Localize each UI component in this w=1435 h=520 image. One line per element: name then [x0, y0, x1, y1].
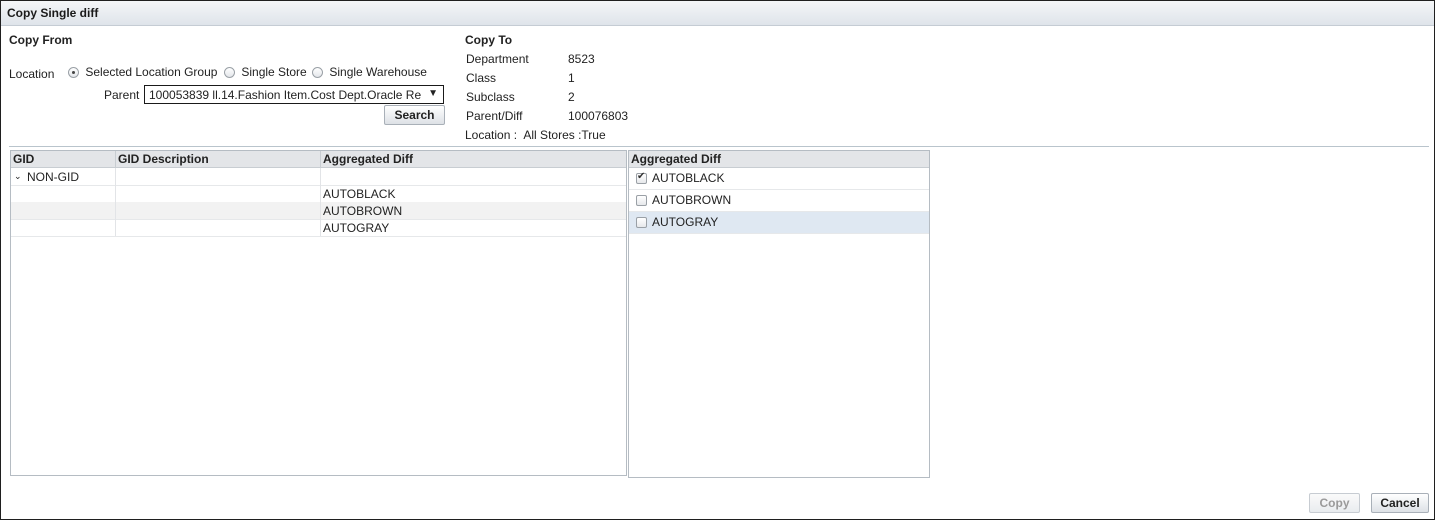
parent-diff-label: Parent/Diff	[466, 109, 523, 123]
list-item-label: AUTOBLACK	[652, 171, 725, 185]
gid-table: GID GID Description Aggregated Diff ⌄ NO…	[10, 150, 627, 476]
aggregated-diff-cell: AUTOBROWN	[323, 204, 403, 218]
list-item[interactable]: AUTOGRAY	[629, 212, 929, 234]
chevron-down-icon[interactable]: ⌄	[14, 171, 22, 182]
gid-cell: NON-GID	[27, 170, 79, 184]
radio-label: Single Store	[241, 65, 307, 79]
radio-label: Selected Location Group	[85, 65, 218, 79]
radio-button-icon[interactable]	[224, 67, 235, 79]
radio-button-icon[interactable]	[68, 67, 79, 79]
column-divider	[115, 151, 116, 167]
department-label: Department	[466, 52, 529, 66]
parent-diff-value: 100076803	[568, 109, 629, 123]
copy-button[interactable]: Copy	[1309, 493, 1360, 513]
column-header-gid-description[interactable]: GID Description	[118, 152, 209, 167]
checkbox-icon[interactable]	[636, 217, 647, 228]
location-label: Location	[9, 67, 55, 81]
cancel-button[interactable]: Cancel	[1371, 493, 1429, 513]
radio-button-icon[interactable]	[312, 67, 323, 79]
list-item-label: AUTOGRAY	[652, 215, 719, 229]
column-header-aggregated-diff[interactable]: Aggregated Diff	[323, 152, 413, 167]
class-value: 1	[568, 71, 575, 85]
subclass-value: 2	[568, 90, 575, 104]
location-info-label: Location :	[465, 128, 518, 142]
list-item[interactable]: AUTOBLACK	[629, 168, 929, 190]
table-row[interactable]: AUTOBLACK	[11, 185, 626, 203]
radio-selected-location-group[interactable]: Selected Location Group	[68, 65, 217, 79]
parent-label: Parent	[104, 88, 140, 102]
column-divider	[320, 151, 321, 167]
dialog-title: Copy Single diff	[7, 6, 99, 20]
table-row[interactable]: AUTOGRAY	[11, 219, 626, 237]
column-divider	[115, 168, 116, 236]
table-header-row: Aggregated Diff	[629, 151, 929, 168]
parent-select-value: 100053839 ll.14.Fashion Item.Cost Dept.O…	[149, 88, 421, 102]
aggregated-diff-selection-table: Aggregated Diff AUTOBLACK AUTOBROWN AUTO…	[628, 150, 930, 478]
search-button[interactable]: Search	[384, 105, 445, 125]
column-header-gid[interactable]: GID	[13, 152, 34, 167]
list-item[interactable]: AUTOBROWN	[629, 190, 929, 212]
radio-single-store[interactable]: Single Store	[224, 65, 307, 79]
radio-label: Single Warehouse	[329, 65, 427, 79]
dropdown-arrow-icon[interactable]: ▼	[428, 88, 438, 99]
table-row[interactable]: AUTOBROWN	[11, 202, 626, 220]
class-label: Class	[466, 71, 497, 85]
copy-single-diff-dialog: Copy Single diff Copy From Location Sele…	[0, 0, 1435, 520]
subclass-label: Subclass	[466, 90, 515, 104]
section-divider	[9, 146, 1429, 147]
list-item-label: AUTOBROWN	[652, 193, 732, 207]
parent-select[interactable]: 100053839 ll.14.Fashion Item.Cost Dept.O…	[144, 85, 444, 104]
table-header-row: GID GID Description Aggregated Diff	[11, 151, 626, 168]
radio-single-warehouse[interactable]: Single Warehouse	[312, 65, 427, 79]
column-divider	[320, 168, 321, 236]
dialog-title-bar[interactable]: Copy Single diff	[1, 1, 1434, 26]
column-header-aggregated-diff[interactable]: Aggregated Diff	[631, 152, 721, 167]
department-value: 8523	[568, 52, 595, 66]
copy-to-title: Copy To	[465, 33, 513, 47]
location-info: Location : All Stores :True	[465, 128, 606, 142]
table-row[interactable]: ⌄ NON-GID	[11, 168, 626, 186]
aggregated-diff-cell: AUTOBLACK	[323, 187, 396, 201]
checkbox-checked-icon[interactable]	[636, 171, 647, 184]
location-info-value: All Stores :True	[523, 128, 606, 142]
aggregated-diff-cell: AUTOGRAY	[323, 221, 390, 235]
copy-from-title: Copy From	[9, 33, 73, 47]
checkbox-icon[interactable]	[636, 195, 647, 206]
